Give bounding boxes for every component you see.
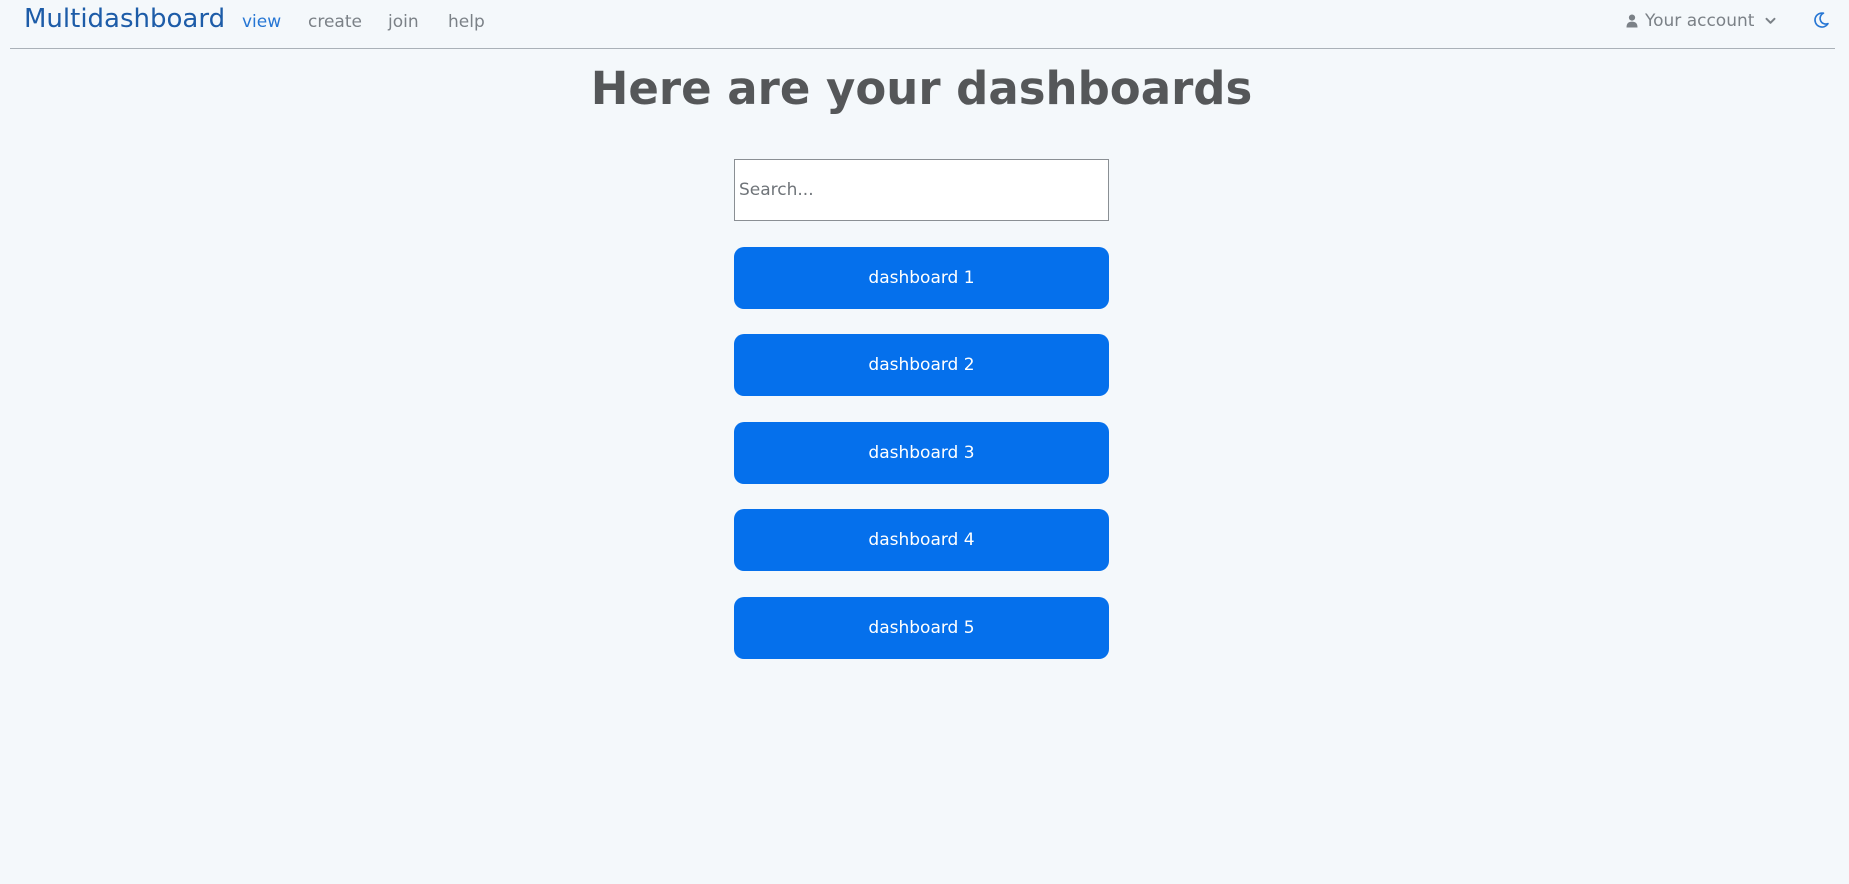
account-dropdown[interactable]: Your account — [1626, 11, 1776, 31]
navbar: Multidashboard view create join help You… — [10, 0, 1835, 49]
nav-link-help[interactable]: help — [448, 12, 485, 32]
dashboard-button-3[interactable]: dashboard 3 — [734, 422, 1109, 484]
dashboard-button-1[interactable]: dashboard 1 — [734, 247, 1109, 309]
page-title: Here are your dashboards — [590, 62, 1253, 115]
search-input[interactable] — [734, 159, 1109, 221]
chevron-down-icon — [1765, 17, 1776, 25]
nav-link-join[interactable]: join — [388, 12, 419, 32]
dashboard-button-2[interactable]: dashboard 2 — [734, 334, 1109, 396]
brand-logo[interactable]: Multidashboard — [24, 4, 225, 34]
dashboard-button-4[interactable]: dashboard 4 — [734, 509, 1109, 571]
dashboard-button-5[interactable]: dashboard 5 — [734, 597, 1109, 659]
moon-icon[interactable] — [1812, 11, 1830, 33]
nav-link-create[interactable]: create — [308, 12, 362, 32]
user-icon — [1626, 14, 1638, 28]
nav-link-view[interactable]: view — [242, 12, 281, 32]
account-label: Your account — [1645, 11, 1755, 31]
